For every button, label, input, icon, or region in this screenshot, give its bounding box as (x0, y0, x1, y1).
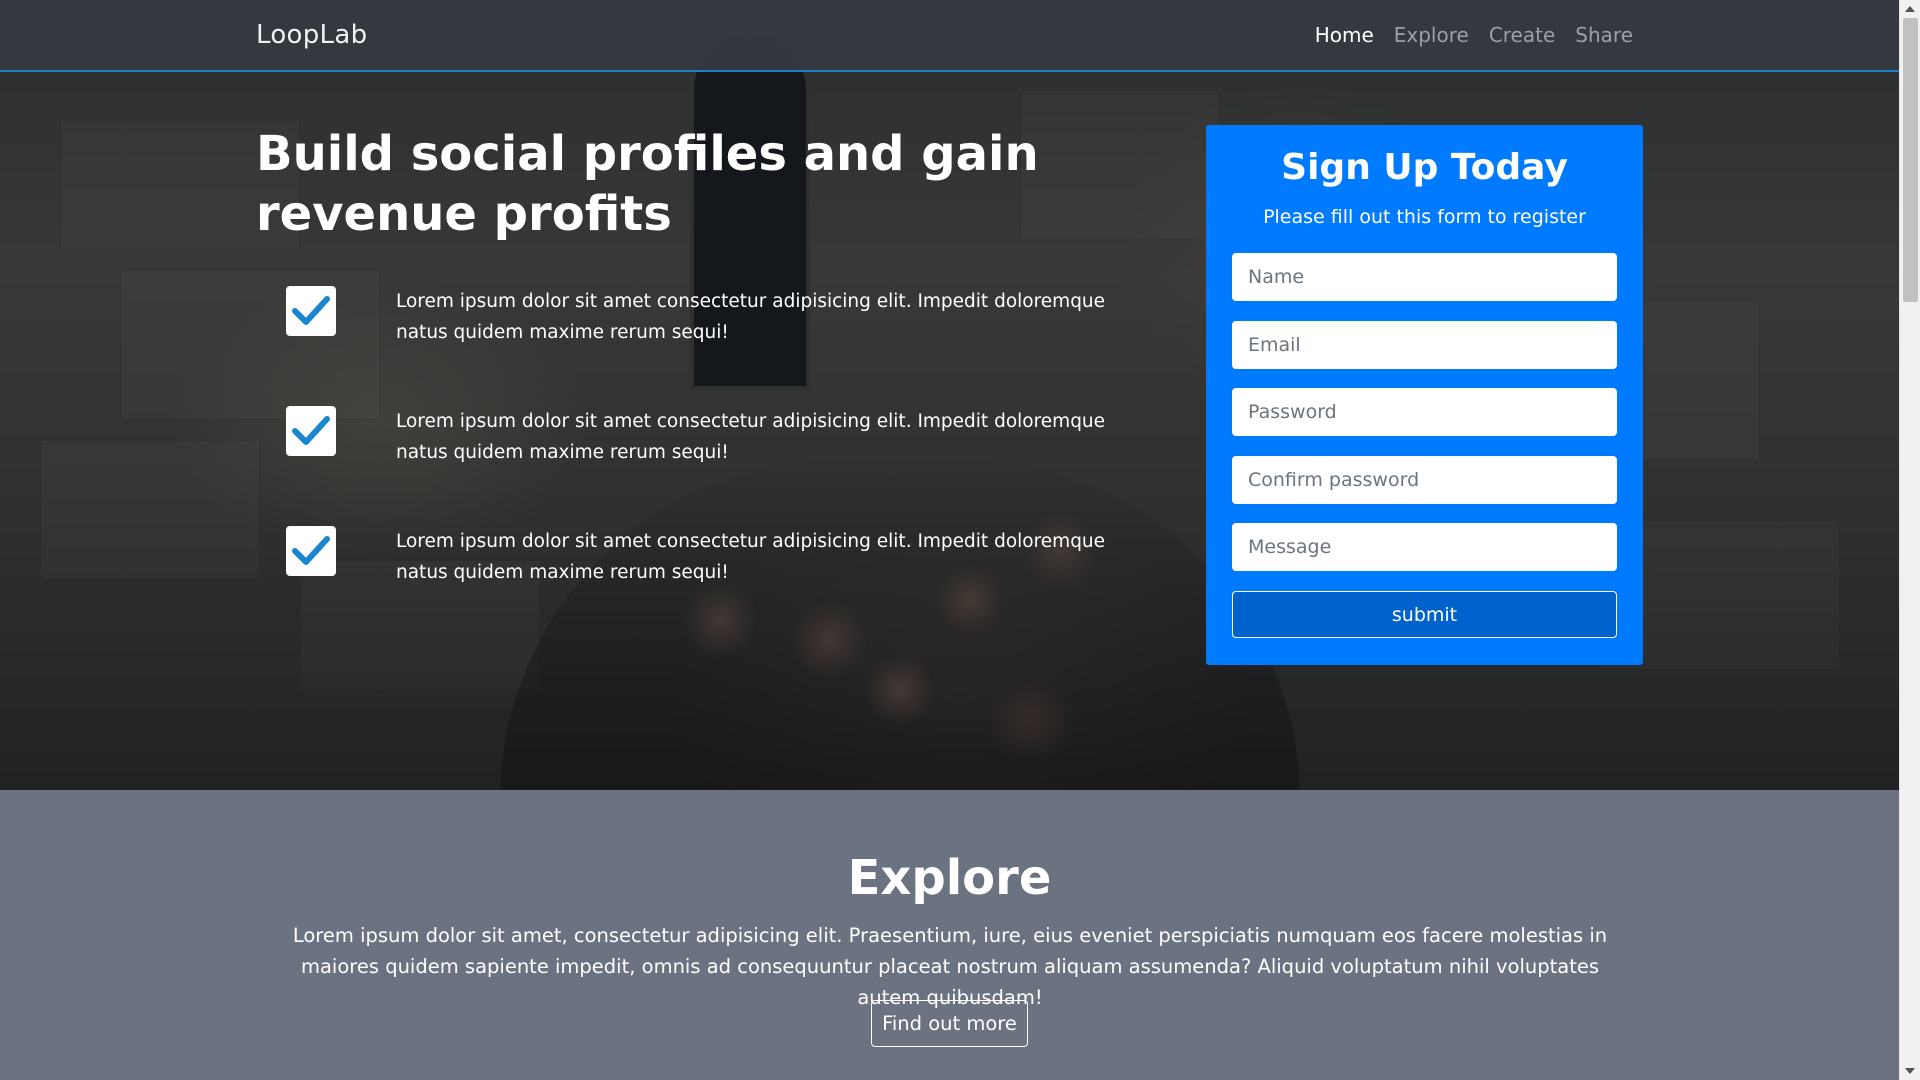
feature-text: Lorem ipsum dolor sit amet consectetur a… (396, 531, 1106, 583)
explore-title: Explore (847, 850, 1052, 906)
feature-item: Lorem ipsum dolor sit amet consectetur a… (286, 286, 1126, 346)
feature-item: Lorem ipsum dolor sit amet consectetur a… (286, 526, 1126, 586)
nav-link-explore[interactable]: Explore (1394, 23, 1469, 47)
signup-card: Sign Up Today Please fill out this form … (1206, 125, 1643, 665)
checkmark-icon (286, 286, 336, 336)
name-input[interactable] (1232, 253, 1617, 301)
explore-section: Explore Lorem ipsum dolor sit amet, cons… (0, 790, 1899, 1080)
scroll-up-icon[interactable] (1905, 6, 1915, 12)
scrollbar-thumb[interactable] (1903, 18, 1918, 302)
hero-section: Build social profiles and gain revenue p… (0, 0, 1899, 790)
message-input[interactable] (1232, 523, 1617, 571)
nav-link-home[interactable]: Home (1315, 23, 1374, 47)
email-input[interactable] (1232, 321, 1617, 369)
feature-text: Lorem ipsum dolor sit amet consectetur a… (396, 291, 1106, 343)
brand-logo[interactable]: LoopLab (256, 20, 367, 50)
signup-title: Sign Up Today (1281, 147, 1568, 188)
password-input[interactable] (1232, 388, 1617, 436)
hero-title: Build social profiles and gain revenue p… (256, 126, 1039, 242)
checkmark-icon (286, 526, 336, 576)
page: Build social profiles and gain revenue p… (0, 0, 1899, 1080)
nav-link-share[interactable]: Share (1575, 23, 1633, 47)
checkmark-icon (286, 406, 336, 456)
confirm-password-input[interactable] (1232, 456, 1617, 504)
feature-item: Lorem ipsum dolor sit amet consectetur a… (286, 406, 1126, 466)
scroll-down-icon[interactable] (1905, 1068, 1915, 1074)
feature-text: Lorem ipsum dolor sit amet consectetur a… (396, 411, 1106, 463)
hero-content: Build social profiles and gain revenue p… (0, 0, 1899, 790)
submit-button[interactable]: submit (1232, 591, 1617, 638)
nav-link-create[interactable]: Create (1489, 23, 1555, 47)
nav-links: Home Explore Create Share (1315, 23, 1633, 47)
scrollbar[interactable] (1899, 0, 1920, 1080)
navbar: LoopLab Home Explore Create Share (0, 0, 1899, 72)
find-out-more-button[interactable]: Find out more (871, 1000, 1028, 1047)
signup-subtitle: Please fill out this form to register (1263, 206, 1586, 228)
